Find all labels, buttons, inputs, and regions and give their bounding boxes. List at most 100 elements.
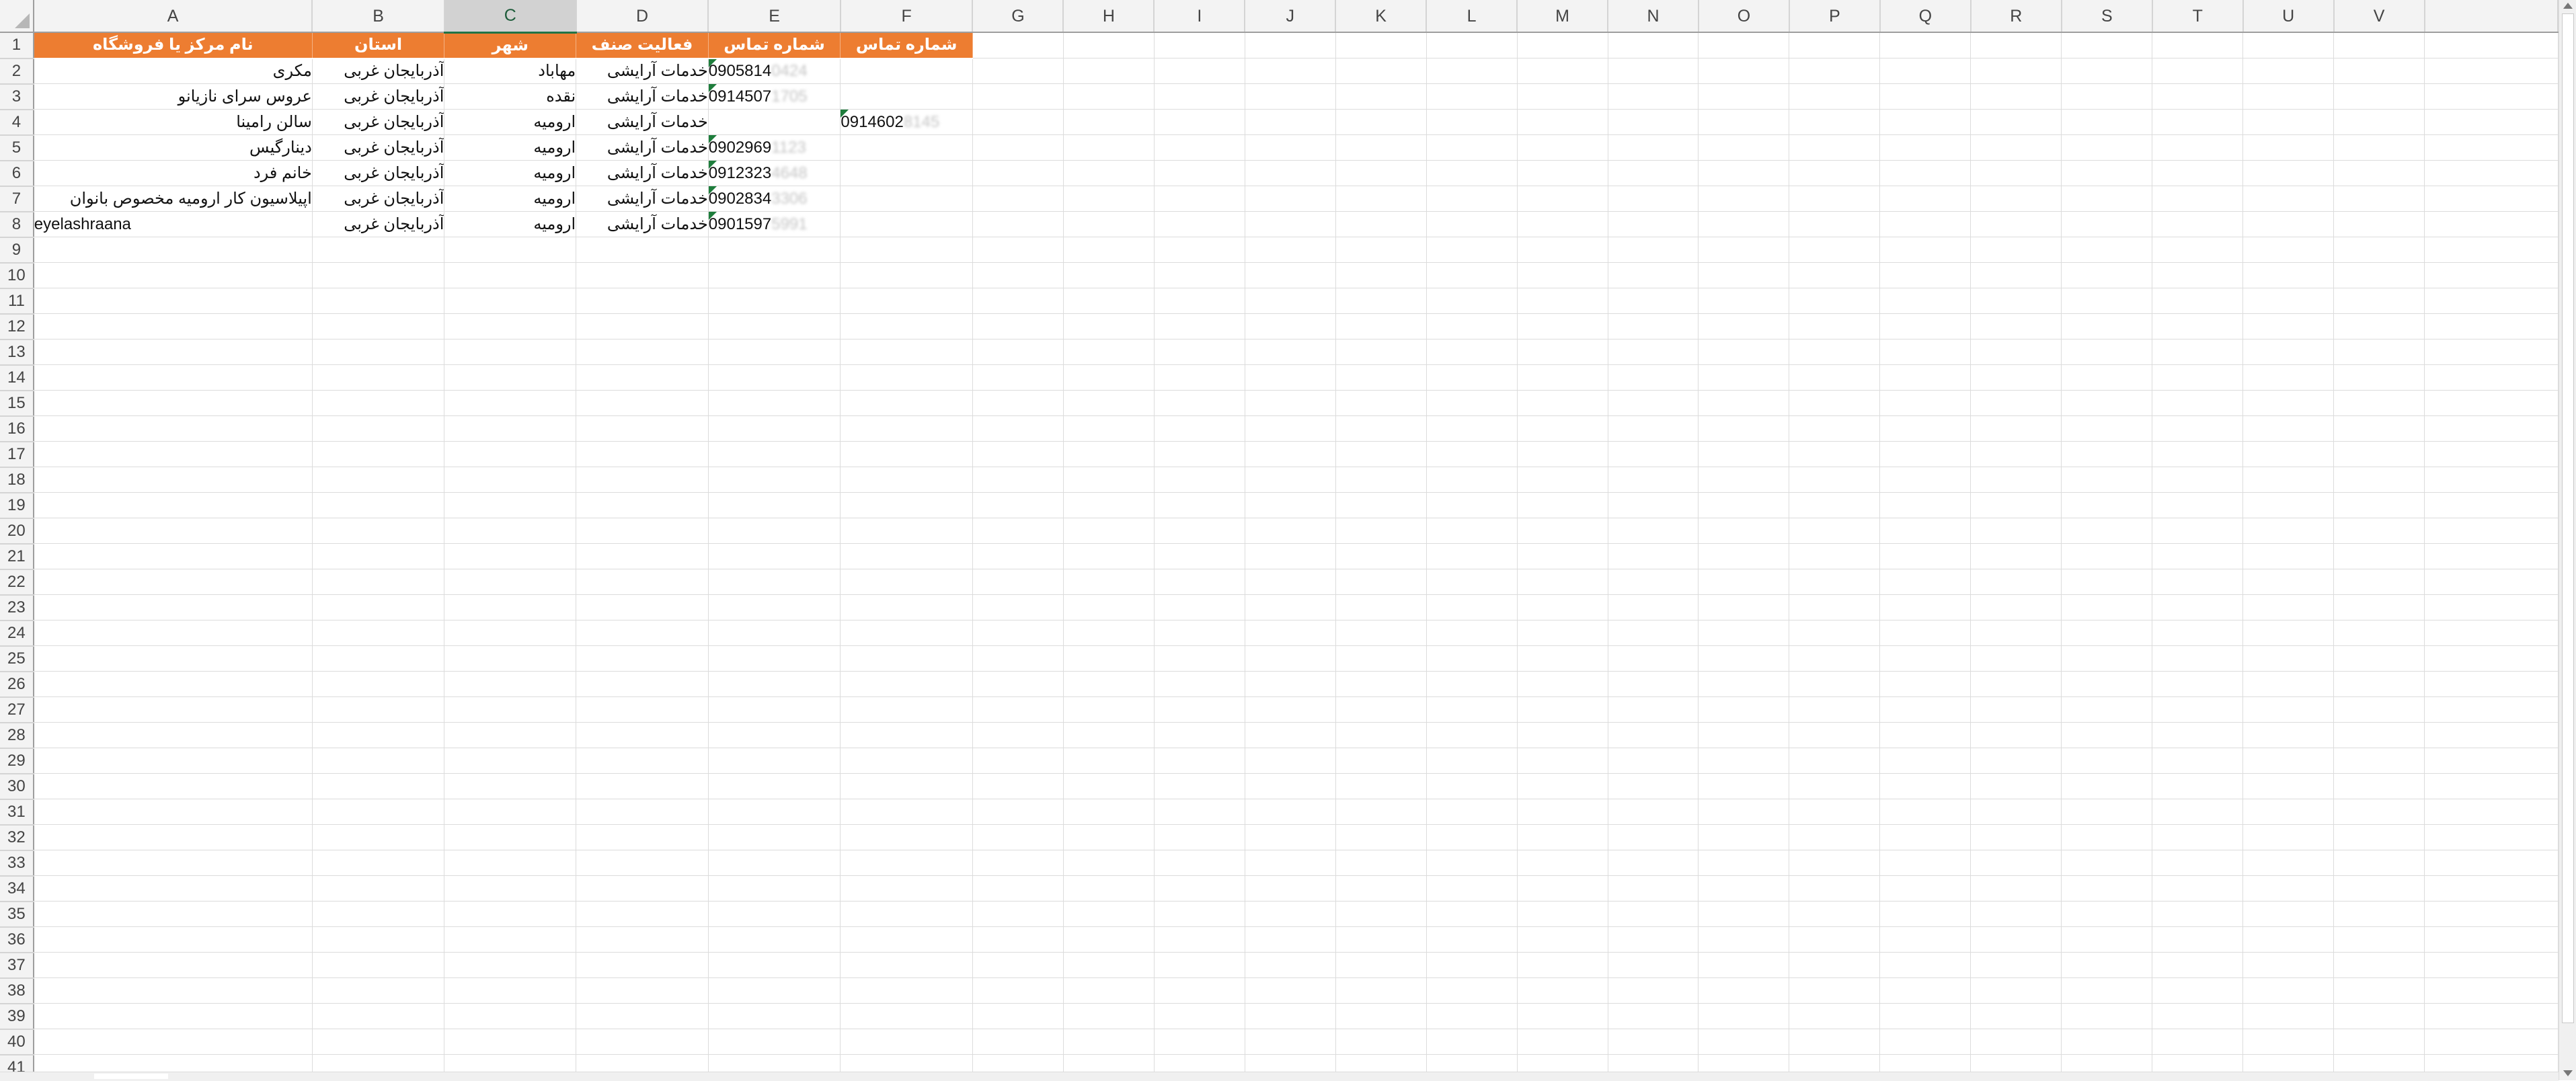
cell-s25[interactable]	[2061, 645, 2153, 672]
cell-n12[interactable]	[1608, 313, 1699, 339]
cell-f18[interactable]	[840, 467, 973, 493]
row-header[interactable]: 14	[0, 364, 34, 391]
cell-k36[interactable]	[1335, 926, 1427, 953]
cell-k13[interactable]	[1335, 339, 1427, 365]
cell-u31[interactable]	[2242, 799, 2335, 825]
cell-e26[interactable]	[708, 671, 841, 697]
cell-f34[interactable]	[840, 875, 973, 902]
cell-f20[interactable]	[840, 518, 973, 544]
cell-c33[interactable]	[444, 850, 577, 876]
cell-j37[interactable]	[1245, 952, 1336, 978]
cell-f32[interactable]	[840, 824, 973, 850]
cell-j24[interactable]	[1245, 620, 1336, 646]
cell-n24[interactable]	[1608, 620, 1699, 646]
cell-g14[interactable]	[972, 364, 1064, 391]
cell-g30[interactable]	[972, 773, 1064, 799]
cell-v34[interactable]	[2333, 875, 2425, 902]
cell-k20[interactable]	[1335, 518, 1427, 544]
cell-o12[interactable]	[1698, 313, 1790, 339]
cell-n31[interactable]	[1608, 799, 1699, 825]
cell-j4[interactable]	[1245, 109, 1336, 135]
cell-j11[interactable]	[1245, 288, 1336, 314]
cell-b9[interactable]	[312, 237, 445, 263]
cell-r9[interactable]	[1970, 237, 2062, 263]
cell-i40[interactable]	[1154, 1029, 1245, 1055]
cell-q4[interactable]	[1879, 109, 1972, 135]
cell-b40[interactable]	[312, 1029, 445, 1055]
cell-a9[interactable]	[33, 237, 313, 263]
cell-k2[interactable]	[1335, 58, 1427, 84]
cell-o8[interactable]	[1698, 211, 1790, 237]
cell-c26[interactable]	[444, 671, 577, 697]
cell-u1[interactable]	[2242, 32, 2335, 58]
cell-g15[interactable]	[972, 390, 1064, 416]
cell-q40[interactable]	[1879, 1029, 1972, 1055]
cell-e16[interactable]	[708, 415, 841, 442]
cell-r27[interactable]	[1970, 696, 2062, 723]
row-header[interactable]: 40	[0, 1029, 34, 1055]
cell-a34[interactable]	[33, 875, 313, 902]
row-header[interactable]: 3	[0, 83, 34, 110]
cell-u2[interactable]	[2242, 58, 2335, 84]
cell-i41[interactable]	[1154, 1054, 1245, 1072]
cell-e4[interactable]	[708, 109, 841, 135]
cell-c29[interactable]	[444, 748, 577, 774]
row-header[interactable]: 38	[0, 977, 34, 1004]
cell-h29[interactable]	[1063, 748, 1155, 774]
row-header[interactable]: 35	[0, 901, 34, 928]
row-header[interactable]: 30	[0, 773, 34, 800]
cell-t23[interactable]	[2152, 594, 2244, 620]
cell-i8[interactable]	[1154, 211, 1245, 237]
cell-r1[interactable]	[1970, 32, 2062, 58]
cell-s29[interactable]	[2061, 748, 2153, 774]
cell-o38[interactable]	[1698, 977, 1790, 1004]
cell-q31[interactable]	[1879, 799, 1972, 825]
cell-b13[interactable]	[312, 339, 445, 365]
cell-l17[interactable]	[1426, 441, 1518, 467]
cell-j23[interactable]	[1245, 594, 1336, 620]
cell-b5[interactable]: آذربایجان غربی	[312, 134, 445, 161]
number-as-text-warning-icon[interactable]	[708, 186, 717, 194]
cell-u37[interactable]	[2242, 952, 2335, 978]
cell-p3[interactable]	[1789, 83, 1881, 110]
cell-e34[interactable]	[708, 875, 841, 902]
cell-p14[interactable]	[1789, 364, 1881, 391]
cell-g34[interactable]	[972, 875, 1064, 902]
cell-f17[interactable]	[840, 441, 973, 467]
cell-j25[interactable]	[1245, 645, 1336, 672]
cell-l14[interactable]	[1426, 364, 1518, 391]
cell-v9[interactable]	[2333, 237, 2425, 263]
column-header-f[interactable]: F	[840, 0, 974, 33]
cell-u25[interactable]	[2242, 645, 2335, 672]
cell-g21[interactable]	[972, 543, 1064, 569]
cell-i22[interactable]	[1154, 569, 1245, 595]
cell-g5[interactable]	[972, 134, 1064, 161]
cell-n8[interactable]	[1608, 211, 1699, 237]
cell-g29[interactable]	[972, 748, 1064, 774]
cell-h34[interactable]	[1063, 875, 1155, 902]
cell-d23[interactable]	[576, 594, 709, 620]
cell-r32[interactable]	[1970, 824, 2062, 850]
cell-r39[interactable]	[1970, 1003, 2062, 1029]
cell-m1[interactable]	[1517, 32, 1608, 58]
cell-l10[interactable]	[1426, 262, 1518, 288]
cell-o16[interactable]	[1698, 415, 1790, 442]
cell-h41[interactable]	[1063, 1054, 1155, 1072]
cell-u9[interactable]	[2242, 237, 2335, 263]
cell-s31[interactable]	[2061, 799, 2153, 825]
cell-p5[interactable]	[1789, 134, 1881, 161]
cell-q2[interactable]	[1879, 58, 1972, 84]
cell-n36[interactable]	[1608, 926, 1699, 953]
cell-g9[interactable]	[972, 237, 1064, 263]
cell-o9[interactable]	[1698, 237, 1790, 263]
cell-a3[interactable]: عروس سرای نازیانو	[33, 83, 313, 110]
cell-v22[interactable]	[2333, 569, 2425, 595]
cell-b17[interactable]	[312, 441, 445, 467]
cell-a32[interactable]	[33, 824, 313, 850]
spreadsheet-grid[interactable]: ABCDEFGHIJKLMNOPQRSTUV 1 نام مرکز یا فروش…	[0, 0, 2559, 1072]
cell-k22[interactable]	[1335, 569, 1427, 595]
cell-o24[interactable]	[1698, 620, 1790, 646]
cell-p23[interactable]	[1789, 594, 1881, 620]
cell-r8[interactable]	[1970, 211, 2062, 237]
cell-t31[interactable]	[2152, 799, 2244, 825]
